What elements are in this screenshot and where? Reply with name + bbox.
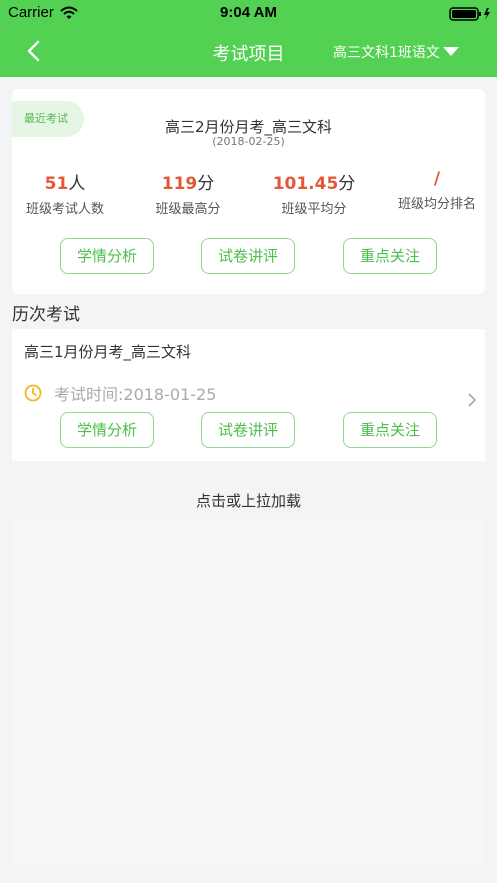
paper-review-button[interactable]: 试卷讲评	[201, 412, 295, 448]
history-heading: 历次考试	[12, 305, 80, 325]
stat-average-score: 101.45分 班级平均分	[259, 169, 369, 217]
class-selector-label: 高三文科1班语文	[333, 45, 440, 61]
history-exam-item[interactable]: 高三1月份月考_高三文科 考试时间:2018-01-25 学情分析 试卷讲评 重…	[12, 329, 485, 461]
stat-value: /	[433, 169, 441, 189]
battery-icon	[449, 6, 493, 25]
empty-list-area	[12, 519, 485, 865]
stat-label: 班级最高分	[155, 202, 221, 217]
stat-label: 班级考试人数	[25, 202, 104, 217]
stat-unit: 人	[68, 174, 86, 194]
stat-highest-score: 119分 班级最高分	[133, 169, 243, 217]
paper-review-button[interactable]: 试卷讲评	[201, 238, 295, 274]
key-focus-button[interactable]: 重点关注	[343, 412, 437, 448]
history-exam-time: 考试时间:2018-01-25	[54, 385, 217, 404]
key-focus-button[interactable]: 重点关注	[343, 238, 437, 274]
class-selector[interactable]: 高三文科1班语文	[333, 42, 459, 62]
stat-unit: 分	[197, 174, 215, 194]
stat-label: 班级平均分	[281, 202, 347, 217]
status-time: 9:04 AM	[220, 4, 277, 21]
learning-analysis-button[interactable]: 学情分析	[60, 412, 154, 448]
status-bar: Carrier 9:04 AM	[0, 0, 497, 26]
history-exam-time-row: 考试时间:2018-01-25	[24, 381, 216, 405]
stat-value: 119	[161, 174, 198, 194]
stat-average-rank: / 班级均分排名	[382, 169, 492, 212]
header: Carrier 9:04 AM 考试项目 高三文科1班语文	[0, 0, 497, 77]
clock-icon	[24, 384, 42, 402]
history-exam-title: 高三1月份月考_高三文科	[24, 343, 192, 361]
stat-value: 51	[44, 174, 69, 194]
load-more-button[interactable]: 点击或上拉加载	[0, 490, 497, 511]
stat-label: 班级均分排名	[397, 197, 476, 212]
dropdown-triangle-icon	[442, 47, 459, 56]
recent-exam-card: 最近考试 高三2月份月考_高三文科 (2018-02-25) 51人 班级考试人…	[12, 89, 485, 294]
learning-analysis-button[interactable]: 学情分析	[60, 238, 154, 274]
stat-student-count: 51人 班级考试人数	[10, 169, 120, 217]
recent-exam-date: (2018-02-25)	[212, 135, 285, 148]
stat-unit: 分	[338, 174, 356, 194]
recent-exam-title: 高三2月份月考_高三文科	[164, 118, 333, 136]
stat-value: 101.45	[272, 174, 339, 194]
nav-bar: 考试项目 高三文科1班语文	[0, 26, 497, 77]
chevron-right-icon	[468, 393, 477, 407]
